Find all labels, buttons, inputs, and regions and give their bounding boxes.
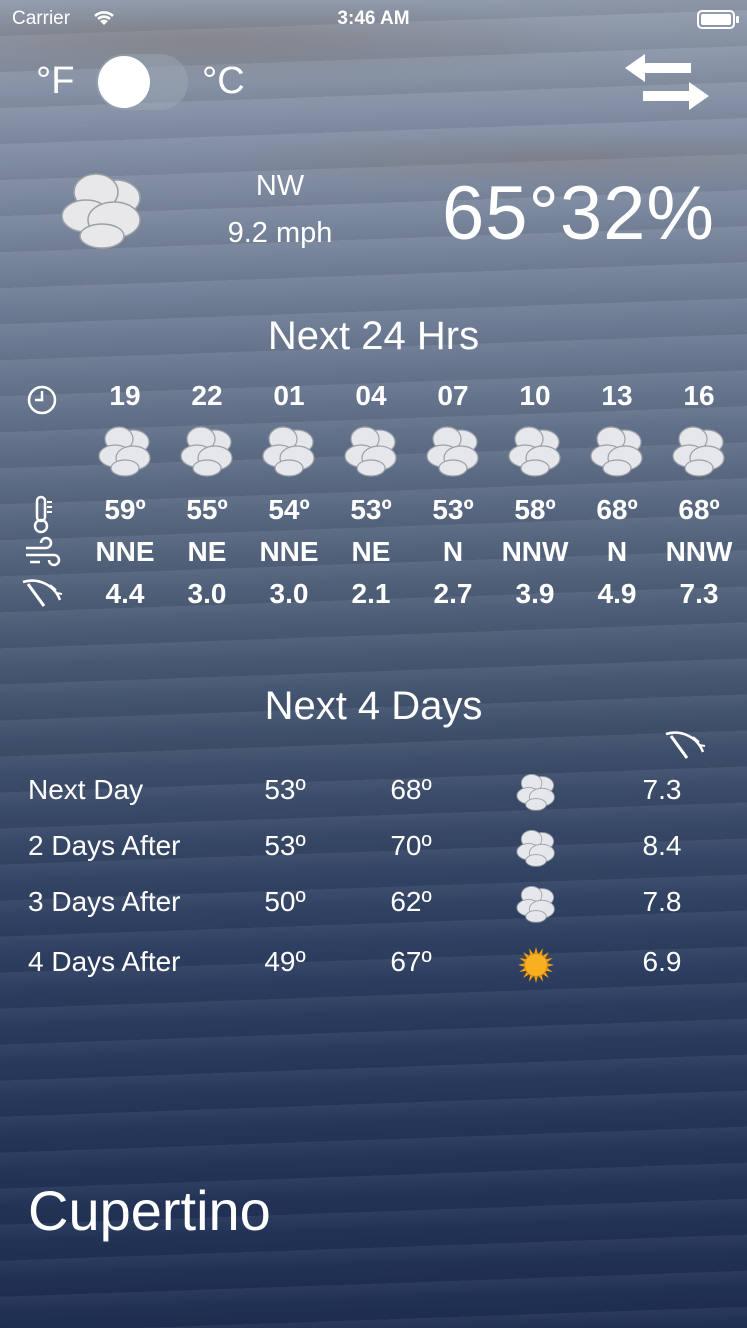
status-time: 3:46 AM <box>337 8 410 29</box>
toggle-knob <box>98 56 150 108</box>
hour-wind-speed: 3.0 <box>187 578 227 609</box>
day-low-temp: 50º <box>264 886 306 917</box>
current-wind-speed: 9.2 mph <box>227 217 333 249</box>
cloudy-icon <box>514 828 558 873</box>
status-bar: Carrier 3:46 AM <box>0 0 747 36</box>
cloudy-icon <box>84 424 166 483</box>
hour-wind-speed: 4.4 <box>105 578 145 609</box>
hour-wind-direction: NNE <box>95 536 155 567</box>
cloudy-icon <box>658 424 740 483</box>
hour-wind-direction: NE <box>351 536 391 567</box>
current-wind-direction: NW <box>255 170 305 202</box>
day-label: 4 Days After <box>28 946 181 977</box>
hour-label: 01 <box>273 380 305 411</box>
cloudy-icon <box>514 772 558 817</box>
hour-label: 10 <box>519 380 551 411</box>
hour-wind-direction: N <box>442 536 464 567</box>
hour-temp: 54º <box>268 494 310 525</box>
day-low-temp: 53º <box>264 774 306 805</box>
hour-wind-direction: NNE <box>259 536 319 567</box>
thermometer-icon <box>33 495 52 534</box>
hour-label: 13 <box>601 380 633 411</box>
current-temp-humidity: 65°32% <box>441 171 715 256</box>
day-low-temp: 53º <box>264 830 306 861</box>
daily-title: Next 4 Days <box>264 684 483 728</box>
day-label: 2 Days After <box>28 830 181 861</box>
hour-label: 07 <box>437 380 469 411</box>
wind-icon <box>26 536 61 567</box>
unit-toggle[interactable] <box>96 54 188 110</box>
day-wind-speed: 7.3 <box>642 774 682 805</box>
gauge-icon <box>22 579 63 607</box>
day-high-temp: 67º <box>390 946 432 977</box>
day-high-temp: 68º <box>390 774 432 805</box>
cloudy-icon <box>166 424 248 483</box>
day-label: 3 Days After <box>28 886 181 917</box>
celsius-label: °C <box>202 60 245 102</box>
cloudy-icon <box>330 424 412 483</box>
hour-label: 22 <box>191 380 223 411</box>
hour-temp: 53º <box>432 494 474 525</box>
hour-temp: 55º <box>186 494 228 525</box>
daily-gauge-icon <box>665 731 706 759</box>
day-high-temp: 70º <box>390 830 432 861</box>
hour-wind-speed: 3.9 <box>515 578 555 609</box>
cloudy-icon <box>248 424 330 483</box>
hour-wind-direction: NE <box>187 536 227 567</box>
day-label: Next Day <box>28 774 144 805</box>
fahrenheit-label: °F <box>36 60 75 102</box>
hour-wind-speed: 7.3 <box>679 578 719 609</box>
hour-temp: 68º <box>678 494 720 525</box>
hour-wind-direction: NNW <box>501 536 569 567</box>
hour-label: 16 <box>683 380 715 411</box>
cloudy-icon <box>514 884 558 929</box>
day-high-temp: 62º <box>390 886 432 917</box>
swap-arrows-icon[interactable] <box>621 50 713 114</box>
sun-icon <box>514 944 558 991</box>
day-low-temp: 49º <box>264 946 306 977</box>
clock-icon <box>27 385 57 415</box>
hour-wind-direction: N <box>606 536 628 567</box>
hour-label: 04 <box>355 380 387 411</box>
day-wind-speed: 7.8 <box>642 886 682 917</box>
current-cloudy-icon <box>61 173 141 249</box>
cloudy-icon <box>494 424 576 483</box>
hour-label: 19 <box>109 380 141 411</box>
day-wind-speed: 6.9 <box>642 946 682 977</box>
hour-temp: 59º <box>104 494 146 525</box>
hour-wind-speed: 2.1 <box>351 578 391 609</box>
cloudy-icon <box>412 424 494 483</box>
hourly-title: Next 24 Hrs <box>267 314 480 358</box>
hour-temp: 68º <box>596 494 638 525</box>
hour-wind-speed: 3.0 <box>269 578 309 609</box>
cloudy-icon <box>576 424 658 483</box>
battery-icon <box>697 10 739 29</box>
day-wind-speed: 8.4 <box>642 830 682 861</box>
hour-temp: 53º <box>350 494 392 525</box>
city-name: Cupertino <box>28 1179 271 1242</box>
hour-wind-speed: 4.9 <box>597 578 637 609</box>
hour-wind-speed: 2.7 <box>433 578 473 609</box>
hour-temp: 58º <box>514 494 556 525</box>
hour-wind-direction: NNW <box>665 536 733 567</box>
